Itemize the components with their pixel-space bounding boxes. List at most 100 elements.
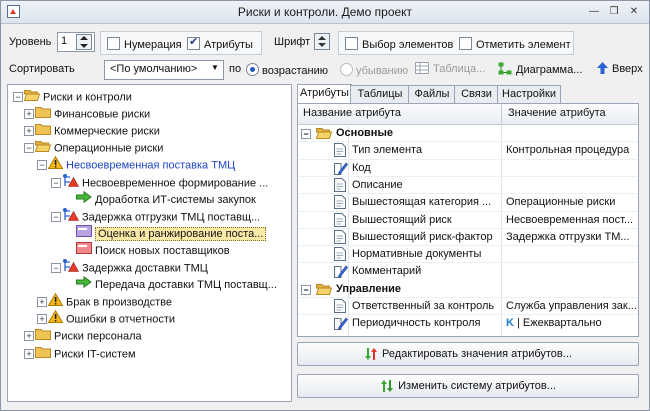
risk-tree[interactable]: − Риски и контроли + Финансовые риски + Комме…: [7, 84, 292, 402]
grid-attribute-row[interactable]: Описание: [298, 177, 638, 194]
numbering-check-icon[interactable]: [107, 37, 120, 50]
attribute-value[interactable]: Служба управления зак...: [506, 298, 638, 315]
mark-element-check-icon[interactable]: [459, 37, 472, 50]
chevron-down-icon[interactable]: ▼: [211, 63, 219, 72]
select-elements-check-icon[interactable]: [345, 37, 358, 50]
mark-element-checkbox[interactable]: Отметить элемент: [459, 37, 571, 51]
col-name-header[interactable]: Название атрибута: [303, 107, 401, 119]
tree-reporting-errors[interactable]: Ошибки в отчетности: [47, 310, 175, 327]
table-icon: [415, 62, 429, 74]
grid-group-row[interactable]: − Основные: [298, 125, 638, 142]
folder-icon: [35, 345, 51, 364]
attributes-check-icon[interactable]: [187, 35, 200, 50]
tree-commercial[interactable]: Коммерческие риски: [35, 122, 160, 139]
sort-desc-radio[interactable]: убыванию: [340, 63, 408, 77]
collapse-icon[interactable]: −: [301, 284, 311, 295]
tree-node-label: Финансовые риски: [54, 108, 151, 121]
level-spinner[interactable]: 1: [57, 32, 95, 52]
font-size-spin-icon[interactable]: [314, 33, 330, 50]
sort-label: Сортировать: [9, 63, 75, 75]
tree-it[interactable]: Риски IT-систем: [35, 345, 136, 362]
tree-it-upgrade[interactable]: Доработка ИТ-системы закупок: [76, 190, 256, 209]
tree-node-label: Коммерческие риски: [54, 125, 160, 138]
tab-5[interactable]: Настройки: [497, 85, 561, 103]
attributes-checkbox[interactable]: Атрибуты: [187, 35, 253, 51]
attribute-value[interactable]: Операционные риски: [506, 194, 638, 211]
grid-attribute-row[interactable]: Нормативные документы: [298, 246, 638, 263]
expand-icon[interactable]: +: [24, 126, 34, 137]
radio-desc-icon[interactable]: [340, 63, 353, 76]
expand-icon[interactable]: +: [37, 297, 47, 308]
tree-node-label: Доработка ИТ-системы закупок: [95, 193, 256, 206]
tab-3[interactable]: Файлы: [408, 85, 456, 103]
grid-attribute-row[interactable]: Вышестоящая категория ... Операционные ри…: [298, 194, 638, 211]
window-title: Риски и контроли. Демо проект: [237, 5, 413, 19]
sort-combo-value: <По умолчанию>: [110, 63, 198, 75]
tab-4[interactable]: Связи: [454, 85, 499, 103]
change-attribute-system-button[interactable]: Изменить систему атрибутов...: [297, 374, 639, 398]
select-elements-checkbox[interactable]: Выбор элементов: [345, 37, 453, 51]
sort-asc-radio[interactable]: возрастанию: [246, 63, 328, 77]
collapse-icon[interactable]: −: [13, 92, 23, 102]
tree-shipment-delay[interactable]: Задержка отгрузки ТМЦ поставщ...: [62, 207, 260, 225]
collapse-icon[interactable]: −: [51, 211, 61, 222]
up-button[interactable]: Вверх: [597, 62, 643, 75]
tree-late-delivery[interactable]: Несвоевременная поставка ТМЦ: [47, 156, 235, 173]
attribute-name: Вышестоящая категория ...: [352, 196, 492, 209]
col-value-header[interactable]: Значение атрибута: [508, 107, 606, 119]
expand-icon[interactable]: +: [37, 314, 47, 325]
sort-combo[interactable]: <По умолчанию> ▼: [104, 60, 224, 80]
view-options-group: Нумерация Атрибуты: [100, 31, 262, 55]
table-button[interactable]: Таблица...: [415, 62, 485, 75]
attribute-name: Вышестоящий риск: [352, 213, 452, 226]
numbering-checkbox[interactable]: Нумерация: [107, 37, 182, 51]
selection-options-group: Выбор элементов Отметить элемент: [338, 31, 574, 55]
close-icon[interactable]: ✕: [627, 5, 641, 18]
tree-new-suppliers[interactable]: Поиск новых поставщиков: [76, 241, 230, 259]
tree-node-label: Риски персонала: [54, 330, 142, 343]
collapse-icon[interactable]: −: [24, 143, 34, 154]
diagram-button[interactable]: Диаграмма...: [498, 62, 582, 76]
level-spin-icon[interactable]: [76, 34, 92, 50]
tree-evaluation[interactable]: Оценка и ранжирование поста...: [76, 224, 267, 242]
expand-icon[interactable]: +: [24, 331, 34, 342]
attribute-value[interactable]: Задержка отгрузки ТМ...: [506, 229, 638, 246]
grid-group-row[interactable]: − Управление: [298, 281, 638, 298]
collapse-icon[interactable]: −: [51, 263, 61, 273]
tree-delivery-transfer[interactable]: Передача доставки ТМЦ поставщ...: [76, 275, 277, 294]
tab-1[interactable]: Атрибуты: [297, 84, 352, 103]
expand-icon[interactable]: +: [24, 109, 34, 120]
tree-defects[interactable]: Брак в производстве: [47, 293, 172, 310]
tree-root[interactable]: Риски и контроли: [23, 88, 132, 105]
restore-icon[interactable]: ❐: [607, 5, 621, 18]
grid-attribute-row[interactable]: Комментарий: [298, 263, 638, 280]
grid-attribute-row[interactable]: Периодичность контроля K | Ежеквартально: [298, 315, 638, 332]
main-window: Риски и контроли. Демо проект — ❐ ✕ Уров…: [0, 0, 650, 411]
radio-asc-icon[interactable]: [246, 63, 259, 76]
tree-personnel[interactable]: Риски персонала: [35, 327, 142, 344]
grid-attribute-row[interactable]: Код: [298, 160, 638, 177]
collapse-icon[interactable]: −: [301, 129, 311, 139]
minimize-icon[interactable]: —: [587, 5, 601, 18]
tab-2[interactable]: Таблицы: [350, 85, 410, 103]
attribute-value[interactable]: Контрольная процедура: [506, 142, 638, 159]
attribute-value[interactable]: Несвоевременная пост...: [506, 212, 638, 229]
edit-attribute-values-button[interactable]: Редактировать значения атрибутов...: [297, 342, 639, 366]
grid-attribute-row[interactable]: Вышестоящий риск-фактор Задержка отгрузки…: [298, 229, 638, 246]
tree-delivery-delay[interactable]: Задержка доставки ТМЦ: [62, 259, 208, 276]
collapse-icon[interactable]: −: [37, 160, 47, 171]
grid-attribute-row[interactable]: Вышестоящий риск Несвоевременная пост...: [298, 212, 638, 229]
expand-icon[interactable]: +: [24, 348, 34, 359]
grid-attribute-row[interactable]: Ответственный за контроль Служба управлен…: [298, 298, 638, 315]
attribute-name: Вышестоящий риск-фактор: [352, 230, 493, 243]
grid-attribute-row[interactable]: Тип элемента Контрольная процедура: [298, 142, 638, 159]
tree-node-label: Передача доставки ТМЦ поставщ...: [95, 279, 277, 291]
arrow-right-icon: [76, 190, 92, 209]
attribute-value[interactable]: K | Ежеквартально: [506, 315, 638, 332]
tree-operational[interactable]: Операционные риски: [34, 139, 163, 156]
collapse-icon[interactable]: −: [51, 177, 61, 188]
arrow-right-icon: [76, 275, 92, 294]
tree-financial[interactable]: Финансовые риски: [35, 105, 150, 122]
attribute-grid[interactable]: Название атрибута Значение атрибута − Осн…: [297, 103, 639, 337]
tree-late-forming[interactable]: Несвоевременное формирование ...: [62, 173, 268, 191]
